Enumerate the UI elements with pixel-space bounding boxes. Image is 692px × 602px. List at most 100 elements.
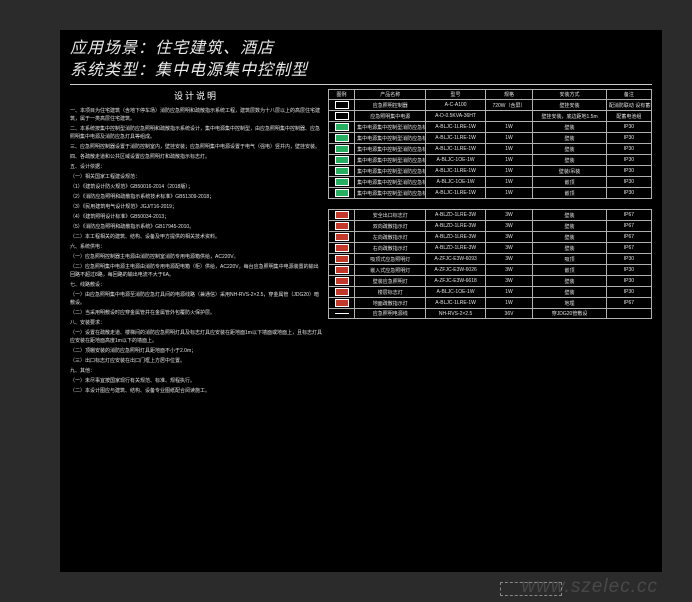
symbol-cell [329, 309, 355, 319]
table-cell: 1W [485, 188, 533, 199]
symbol-cell [329, 155, 355, 166]
table-cell: 1W [485, 122, 533, 133]
table-row: 安全出口标志灯A-BLZD-1LRE-3W3W壁装IP67 [329, 210, 652, 221]
table-cell: 3W [485, 265, 533, 276]
table-cell: 集中电源集中控制型消防应急标志灯 [355, 177, 426, 188]
design-note-paragraph: （一）由应急照明集中电源至消防应急灯具间的电源线路（兼通信）采用NH-RVS-2… [70, 291, 322, 307]
table-row: 集中电源集中控制型消防应急标志灯A-BLJC-1LRE-1W1W嵌顶IP30 [329, 188, 652, 199]
design-note-paragraph: 八、安装要求： [70, 319, 322, 327]
table-cell: A-BLZD-1LRE-3W [426, 232, 485, 243]
table-cell: 左向疏散指示灯 [355, 232, 426, 243]
legend-symbol-icon [335, 244, 349, 252]
table-cell: 配蓄电池组 [606, 111, 651, 122]
table-cell: A-BLJC-1OE-1W [426, 177, 485, 188]
legend-symbol-icon [335, 189, 349, 197]
legend-symbol-icon [335, 145, 349, 153]
table-cell: 右向疏散指示灯 [355, 243, 426, 254]
table-cell [485, 111, 533, 122]
symbol-cell [329, 133, 355, 144]
table-cell: A-BLZD-1LRE-3W [426, 221, 485, 232]
table-cell: 嵌顶 [533, 177, 607, 188]
table-cell: A-BLJC-1OE-1W [426, 287, 485, 298]
legend-symbol-icon [335, 178, 349, 186]
legend-symbol-icon [335, 233, 349, 241]
table-cell: 集中电源集中控制型消防应急标志灯 [355, 144, 426, 155]
design-notes-column: 设计说明 一、本项目为住宅建筑（含地下停车场）消防应急照明和疏散指示系统工程，建… [70, 89, 322, 397]
design-note-paragraph: （二）应急照明集中电源主电源由消防专用电源配电箱（柜）供给，AC220V，每台应… [70, 263, 322, 279]
symbol-cell [329, 210, 355, 221]
table-cell: A-BLZD-1LRE-3W [426, 210, 485, 221]
table-cell: 壁装 [533, 232, 607, 243]
table-cell: IP30 [606, 265, 651, 276]
table-cell: A-ZFJC-E3W-6093 [426, 254, 485, 265]
table-cell: A-BLZD-1LRE-3W [426, 243, 485, 254]
table-cell: 应急照明电源线 [355, 309, 426, 319]
legend-symbol-icon [335, 255, 349, 263]
table-cell: 壁装 [533, 287, 607, 298]
symbol-cell [329, 276, 355, 287]
table-cell: 壁装应急照明灯 [355, 276, 426, 287]
table-cell: IP30 [606, 276, 651, 287]
table-cell: 地埋 [533, 298, 607, 309]
table-cell: IP67 [606, 221, 651, 232]
symbol-cell [329, 265, 355, 276]
table-cell: 壁装 [533, 122, 607, 133]
table-cell: 集中电源集中控制型消防应急标志灯 [355, 188, 426, 199]
table-cell: 3W [485, 232, 533, 243]
legend-symbol-icon [335, 313, 349, 314]
table-cell: 应急照明控制器 [355, 100, 426, 111]
legend-symbol-icon [335, 277, 349, 285]
table-cell: IP30 [606, 287, 651, 298]
legend-symbol-icon [335, 101, 349, 109]
table-cell: 配消防联动 设有蓄电池 [606, 100, 651, 111]
table-cell: IP30 [606, 188, 651, 199]
design-note-paragraph: （一）未尽事宜按国家现行有关规范、标准、规程执行。 [70, 377, 322, 385]
table-header-cell: 规格 [485, 90, 533, 100]
symbol-cell [329, 232, 355, 243]
symbol-cell [329, 243, 355, 254]
table-row: 集中电源集中控制型消防应急标志灯A-BLJC-1OE-1W1W壁装IP30 [329, 155, 652, 166]
table-header-cell: 安装方式 [533, 90, 607, 100]
table-cell: IP30 [606, 133, 651, 144]
table-cell: 壁装 [533, 133, 607, 144]
table-cell: 1W [485, 155, 533, 166]
table-row: 双向疏散指示灯A-BLZD-1LRE-3W3W壁装IP67 [329, 221, 652, 232]
cad-drawing-canvas: 应用场景：住宅建筑、酒店 系统类型：集中电源集中控制型 设计说明 一、本项目为住… [60, 30, 662, 572]
table-row: 嵌入式应急照明灯A-ZFJC-E3W-60263W嵌顶IP30 [329, 265, 652, 276]
header-divider [70, 84, 652, 85]
design-note-paragraph: 五、设计依据： [70, 163, 322, 171]
table-row: 地面疏散指示灯A-BLJC-1LRE-1W1W地埋IP67 [329, 298, 652, 309]
table-header-cell: 备注 [606, 90, 651, 100]
table-cell: IP30 [606, 166, 651, 177]
design-note-paragraph: （3）《民用建筑电气设计规范》JGJ/T16-2019； [70, 203, 322, 211]
table-cell: A-BLJC-1LRE-1W [426, 122, 485, 133]
table-cell: 壁装 [533, 276, 607, 287]
design-note-paragraph: （二）本工程相关的建筑、结构、设备及甲方提供的相关技术资料。 [70, 233, 322, 241]
design-note-paragraph: （二）当采用明敷设时应穿金属管并在金属管外包覆防火保护层。 [70, 309, 322, 317]
design-note-paragraph: （二）本设计图应与建筑、结构、设备专业图纸配合阅读施工。 [70, 387, 322, 395]
design-note-paragraph: （一）相关国家工程建设规范： [70, 173, 322, 181]
legend-symbol-icon [335, 288, 349, 296]
table-cell: A-BLJC-1LRE-1W [426, 144, 485, 155]
table-cell: IP30 [606, 177, 651, 188]
table-row: 右向疏散指示灯A-BLZD-1LRE-3W3W壁装IP67 [329, 243, 652, 254]
table-cell: 壁装 [533, 144, 607, 155]
design-note-paragraph: （一）设置在疏散走道、楼梯间的消防应急照明灯具及标志灯具应安装在距地面1m以下墙… [70, 329, 322, 345]
table-cell: 安全出口标志灯 [355, 210, 426, 221]
design-note-paragraph: （4）《建筑照明设计标准》GB50034-2013； [70, 213, 322, 221]
table-cell: 1W [485, 177, 533, 188]
symbol-cell [329, 166, 355, 177]
table-cell: 穿JDG20管敷设 [533, 309, 607, 319]
table-cell: 3W [485, 243, 533, 254]
symbol-cell [329, 144, 355, 155]
table-header-cell: 产品名称 [355, 90, 426, 100]
table-cell: 壁挂安装 [533, 100, 607, 111]
design-note-paragraph: （一）应急照明控制器主电源由消防控制室消防专用电源箱供给，AC220V。 [70, 253, 322, 261]
scenario-line: 应用场景：住宅建筑、酒店 [70, 38, 652, 60]
design-note-paragraph: （5）《消防应急照明和疏散指示系统》GB17945-2010。 [70, 223, 322, 231]
table-cell [606, 309, 651, 319]
table-cell: 3W [485, 221, 533, 232]
table-cell: A-BLJC-1LRE-1W [426, 166, 485, 177]
table-row: 楼层标志灯A-BLJC-1OE-1W1W壁装IP30 [329, 287, 652, 298]
symbol-cell [329, 111, 355, 122]
